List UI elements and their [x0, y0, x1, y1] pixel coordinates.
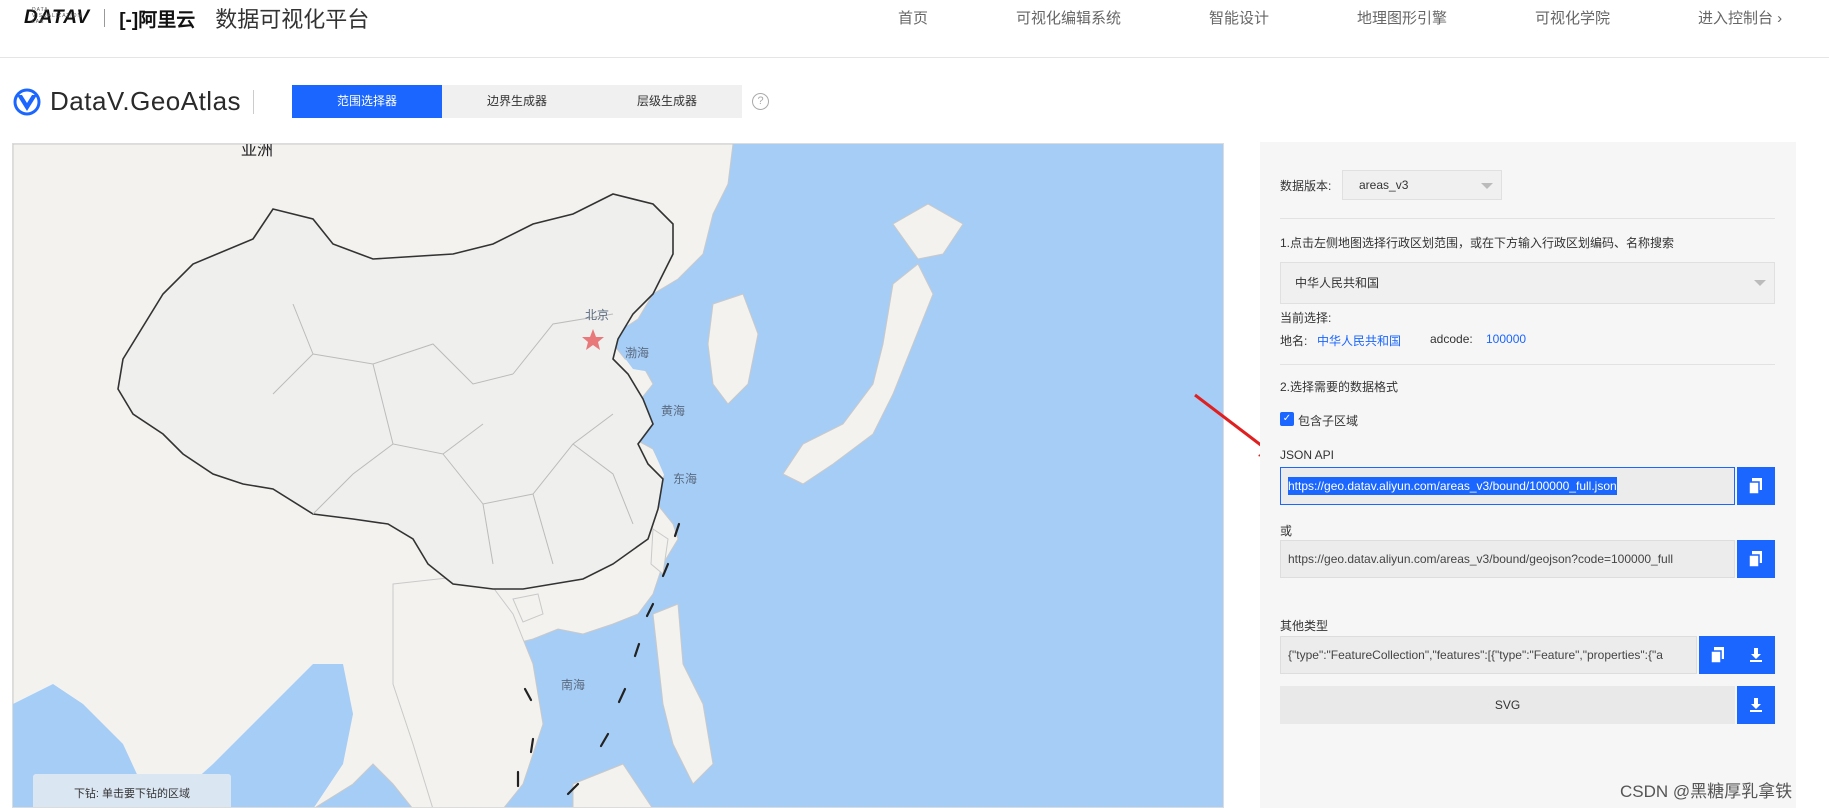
json-api-label: JSON API	[1280, 448, 1335, 462]
nav-console[interactable]: 进入控制台 ›	[1698, 7, 1782, 28]
download-svg-button[interactable]	[1737, 686, 1775, 724]
product-divider	[253, 89, 255, 114]
geojson-preview-field[interactable]: {"type":"FeatureCollection","features":[…	[1280, 636, 1697, 674]
place-name-label: 地名:	[1280, 334, 1308, 348]
divider	[1280, 218, 1775, 219]
nav-home[interactable]: 首页	[898, 7, 928, 28]
copy-geojson-url-button[interactable]	[1737, 540, 1775, 578]
chevron-down-icon	[1481, 183, 1493, 189]
geoatlas-logo[interactable]: DataV.GeoAtlas	[12, 86, 255, 117]
current-selection-label: 当前选择:	[1280, 311, 1332, 325]
copy-icon	[1749, 478, 1762, 494]
adcode-value[interactable]: 100000	[1486, 332, 1526, 346]
copy-geojson-button[interactable]	[1699, 636, 1737, 674]
settings-panel: 数据版本: areas_v3 1.点击左侧地图选择行政区划范围，或在下方输入行政…	[1260, 142, 1796, 808]
map-label-asia: 亚洲	[241, 143, 274, 159]
csdn-watermark: CSDN @黑糖厚乳拿铁	[1620, 782, 1793, 801]
tab-range-selector[interactable]: 范围选择器	[292, 85, 442, 118]
nav-links: 首页 可视化编辑系统 智能设计 地理图形引擎 可视化学院 进入控制台 ›	[0, 0, 1829, 34]
include-children-label: 包含子区域	[1298, 414, 1359, 428]
version-select[interactable]: areas_v3	[1342, 170, 1502, 200]
geojson-preview: {"type":"FeatureCollection","features":[…	[1288, 648, 1663, 662]
divider	[1280, 364, 1775, 365]
map-view[interactable]: 亚洲 北京 渤海 黄海 东海 南海 下钻: 单击要下钻的区域	[12, 143, 1224, 808]
step2-instruction: 2.选择需要的数据格式	[1280, 380, 1399, 394]
nav-geo-engine[interactable]: 地理图形引擎	[1357, 7, 1447, 28]
place-name-value[interactable]: 中华人民共和国	[1317, 332, 1401, 349]
geoatlas-logo-icon	[13, 88, 41, 115]
map-label-east-sea: 东海	[673, 472, 698, 486]
philippines-shape	[652, 603, 714, 785]
download-icon	[1750, 648, 1762, 662]
version-label: 数据版本:	[1280, 179, 1332, 193]
map-label-south-sea: 南海	[561, 678, 586, 692]
svg-export-button[interactable]: SVG	[1280, 686, 1735, 724]
copy-icon	[1711, 647, 1724, 663]
korea-shape	[707, 293, 759, 405]
adcode-label: adcode:	[1430, 332, 1473, 346]
tool-tabs: 范围选择器 边界生成器 层级生成器	[292, 85, 742, 118]
or-label: 或	[1280, 524, 1293, 538]
json-api-url: https://geo.datav.aliyun.com/areas_v3/bo…	[1288, 477, 1617, 495]
japan-shape	[782, 263, 934, 485]
tab-boundary-generator[interactable]: 边界生成器	[442, 85, 592, 118]
nav-visual-editor[interactable]: 可视化编辑系统	[1016, 7, 1121, 28]
nav-academy[interactable]: 可视化学院	[1535, 7, 1610, 28]
help-icon[interactable]: ?	[752, 93, 769, 110]
drilldown-hint: 下钻: 单击要下钻的区域	[33, 774, 231, 807]
tab-level-generator[interactable]: 层级生成器	[592, 85, 742, 118]
hokkaido-shape	[892, 203, 964, 260]
map-label-yellow-sea: 黄海	[661, 404, 686, 418]
borneo-shape	[572, 763, 653, 807]
copy-icon	[1749, 551, 1762, 567]
other-types-label: 其他类型	[1280, 619, 1329, 633]
chevron-down-icon	[1754, 280, 1766, 286]
step1-instruction: 1.点击左侧地图选择行政区划范围，或在下方输入行政区划编码、名称搜索	[1280, 236, 1675, 250]
copy-json-api-button[interactable]	[1737, 467, 1775, 505]
top-navigation: DATA VISUALIZATION LAB DATAV [-]阿里云 数据可视…	[0, 0, 1829, 58]
download-geojson-button[interactable]	[1737, 636, 1775, 674]
geojson-url-field[interactable]: https://geo.datav.aliyun.com/areas_v3/bo…	[1280, 540, 1735, 578]
region-select[interactable]: 中华人民共和国	[1280, 262, 1775, 304]
region-value: 中华人民共和国	[1295, 276, 1380, 290]
geojson-url: https://geo.datav.aliyun.com/areas_v3/bo…	[1288, 552, 1674, 566]
map-canvas[interactable]	[13, 144, 1224, 808]
map-label-bohai: 渤海	[625, 346, 650, 360]
nav-smart-design[interactable]: 智能设计	[1209, 7, 1269, 28]
version-value: areas_v3	[1359, 178, 1409, 192]
map-label-beijing: 北京	[585, 308, 610, 322]
product-name: DataV.GeoAtlas	[50, 86, 242, 116]
download-icon	[1750, 698, 1762, 712]
json-api-url-field[interactable]: https://geo.datav.aliyun.com/areas_v3/bo…	[1280, 467, 1735, 505]
include-children-checkbox[interactable]: ✓	[1280, 412, 1294, 426]
